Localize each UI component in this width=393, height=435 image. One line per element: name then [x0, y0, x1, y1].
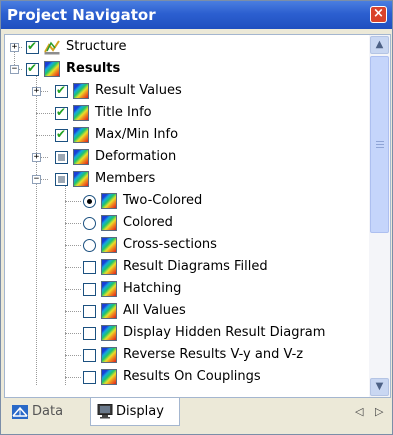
- tree-item-members[interactable]: − Members: [5, 168, 369, 190]
- checkbox-members[interactable]: [55, 173, 68, 186]
- tab-display-label: Display: [116, 404, 164, 419]
- radio-cross-sections[interactable]: [83, 239, 96, 252]
- tree-label: Members: [95, 171, 156, 186]
- display-tab-icon: [97, 404, 113, 419]
- results-icon: [44, 61, 60, 77]
- checkbox-reverse-results[interactable]: [83, 349, 96, 362]
- tree-label: Deformation: [95, 149, 177, 164]
- data-tab-icon: [12, 405, 28, 419]
- tree-item-reverse-results[interactable]: Reverse Results V-y and V-z: [5, 344, 369, 366]
- tree-label: Reverse Results V-y and V-z: [123, 347, 304, 362]
- collapse-minus-icon[interactable]: −: [10, 65, 19, 74]
- tree-label: Title Info: [95, 105, 152, 120]
- tree-label: Result Values: [95, 83, 182, 98]
- tree-label: Display Hidden Result Diagram: [123, 325, 326, 340]
- tab-data[interactable]: Data: [10, 398, 90, 426]
- colored-icon: [101, 215, 117, 231]
- checkbox-title-info[interactable]: [55, 105, 68, 120]
- tree-panel: + Structure − Results +: [4, 34, 391, 398]
- checkbox-results[interactable]: [26, 61, 39, 76]
- scroll-up-button[interactable]: ▲: [370, 36, 389, 54]
- max-min-info-icon: [73, 127, 89, 143]
- checkbox-structure[interactable]: [26, 39, 39, 54]
- tree-item-max-min-info[interactable]: Max/Min Info: [5, 124, 369, 146]
- tree-label: Result Diagrams Filled: [123, 259, 268, 274]
- structure-icon: [44, 40, 60, 55]
- checkbox-display-hidden-result-diagram[interactable]: [83, 327, 96, 340]
- tree-item-deformation[interactable]: + Deformation: [5, 146, 369, 168]
- tree-item-results[interactable]: − Results: [5, 58, 369, 80]
- tree-item-all-values[interactable]: All Values: [5, 300, 369, 322]
- radio-colored[interactable]: [83, 217, 96, 230]
- tab-prev-arrow-icon[interactable]: ◁: [355, 405, 363, 418]
- expand-plus-icon[interactable]: +: [32, 153, 41, 162]
- scroll-down-button[interactable]: ▼: [370, 378, 389, 396]
- tree-label: Results On Couplings: [123, 369, 261, 384]
- navigator-tree: + Structure − Results +: [5, 35, 369, 397]
- vertical-scrollbar[interactable]: ▲ ▼: [369, 35, 390, 397]
- tree-item-hatching[interactable]: Hatching: [5, 278, 369, 300]
- thumb-grip: [376, 147, 384, 148]
- all-values-icon: [101, 303, 117, 319]
- thumb-grip: [376, 144, 384, 145]
- radio-two-colored[interactable]: [83, 195, 96, 208]
- checkbox-results-on-couplings[interactable]: [83, 371, 96, 384]
- two-colored-icon: [101, 193, 117, 209]
- results-on-couplings-icon: [101, 369, 117, 385]
- hatching-icon: [101, 281, 117, 297]
- checkbox-hatching[interactable]: [83, 283, 96, 296]
- checkbox-max-min-info[interactable]: [55, 127, 68, 142]
- checkbox-all-values[interactable]: [83, 305, 96, 318]
- window-title: Project Navigator: [7, 6, 156, 24]
- checkbox-result-values[interactable]: [55, 83, 68, 98]
- tree-label: Colored: [123, 215, 173, 230]
- tab-next-arrow-icon[interactable]: ▷: [375, 405, 383, 418]
- tree-item-cross-sections[interactable]: Cross-sections: [5, 234, 369, 256]
- tab-data-label: Data: [32, 404, 64, 419]
- checkbox-deformation[interactable]: [55, 151, 68, 164]
- tree-item-result-diagrams-filled[interactable]: Result Diagrams Filled: [5, 256, 369, 278]
- tree-item-result-values[interactable]: + Result Values: [5, 80, 369, 102]
- members-icon: [73, 171, 89, 187]
- tab-display[interactable]: Display: [90, 398, 180, 426]
- checkbox-result-diagrams-filled[interactable]: [83, 261, 96, 274]
- tree-label: Hatching: [123, 281, 182, 296]
- scrollbar-thumb[interactable]: [370, 56, 389, 233]
- navigator-tabs: Data Display ◁ ▷: [4, 398, 389, 431]
- project-navigator-window: Project Navigator × + ✔ Structure − ✔ Re…: [0, 0, 393, 435]
- deformation-icon: [73, 149, 89, 165]
- tree-label: Structure: [66, 39, 127, 54]
- title-bar[interactable]: Project Navigator ×: [1, 1, 392, 29]
- tree-item-title-info[interactable]: Title Info: [5, 102, 369, 124]
- tree-label: Cross-sections: [123, 237, 217, 252]
- tree-item-results-on-couplings[interactable]: Results On Couplings: [5, 366, 369, 388]
- tree-item-display-hidden-result-diagram[interactable]: Display Hidden Result Diagram: [5, 322, 369, 344]
- tree-label: Results: [66, 61, 121, 76]
- result-values-icon: [73, 83, 89, 99]
- expand-plus-icon[interactable]: +: [32, 87, 41, 96]
- expand-plus-icon[interactable]: +: [10, 43, 19, 52]
- title-info-icon: [73, 105, 89, 121]
- tree-label: All Values: [123, 303, 186, 318]
- result-diagrams-filled-icon: [101, 259, 117, 275]
- close-button[interactable]: ×: [370, 6, 387, 23]
- collapse-minus-icon[interactable]: −: [32, 175, 41, 184]
- reverse-results-icon: [101, 347, 117, 363]
- thumb-grip: [376, 141, 384, 142]
- tree-item-structure[interactable]: + Structure: [5, 36, 369, 58]
- tree-item-colored[interactable]: Colored: [5, 212, 369, 234]
- tree-label: Max/Min Info: [95, 127, 179, 142]
- display-hidden-result-diagram-icon: [101, 325, 117, 341]
- cross-sections-icon: [101, 237, 117, 253]
- tree-item-two-colored[interactable]: Two-Colored: [5, 190, 369, 212]
- tree-label: Two-Colored: [123, 193, 203, 208]
